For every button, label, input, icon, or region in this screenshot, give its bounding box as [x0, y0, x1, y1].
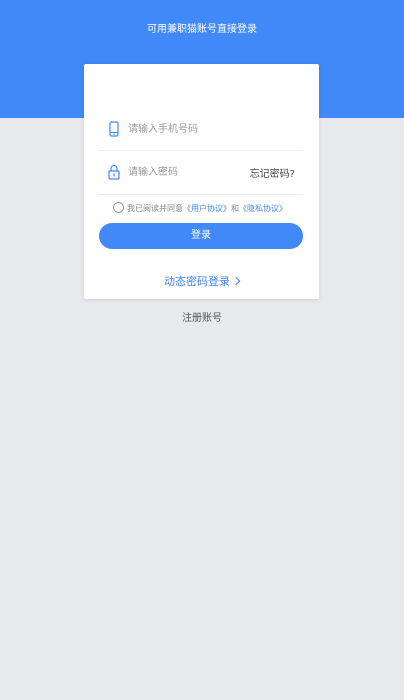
forgot-password-link[interactable]: 忘记密码?	[250, 165, 295, 180]
chevron-right-icon	[231, 276, 241, 286]
agreement-radio[interactable]	[113, 202, 124, 213]
login-button[interactable]: 登录	[99, 223, 303, 249]
user-agreement-link[interactable]: 《用户协议》	[183, 204, 231, 213]
phone-icon	[107, 121, 121, 137]
agreement-row: 我已阅读并同意《用户协议》和《隐私协议》	[113, 202, 287, 216]
password-input[interactable]	[128, 163, 268, 181]
dynamic-login-label: 动态密码登录	[164, 275, 230, 288]
dynamic-password-login-link[interactable]: 动态密码登录	[84, 273, 319, 289]
agreement-and: 和	[231, 204, 239, 213]
header-title: 可用兼职猫账号直接登录	[147, 24, 257, 35]
password-row: 忘记密码?	[98, 153, 303, 195]
privacy-agreement-link[interactable]: 《隐私协议》	[239, 204, 287, 213]
phone-input[interactable]	[128, 120, 268, 138]
lock-icon	[107, 164, 121, 180]
agreement-prefix: 我已阅读并同意	[127, 204, 183, 213]
login-card: 忘记密码? 我已阅读并同意《用户协议》和《隐私协议》 登录 动态密码登录	[84, 64, 319, 299]
register-link[interactable]: 注册账号	[0, 309, 404, 324]
phone-row	[98, 110, 303, 151]
